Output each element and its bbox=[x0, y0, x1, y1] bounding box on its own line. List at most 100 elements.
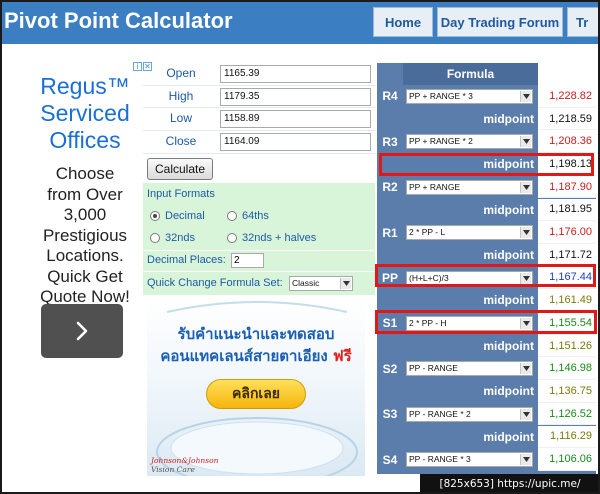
formula-set-value: Classic bbox=[292, 278, 320, 288]
formula-select[interactable]: PP - RANGE * 2 bbox=[406, 406, 533, 422]
formula-row: R4 PP + RANGE * 3 1,228.82 bbox=[377, 85, 596, 108]
row-level-label: S4 bbox=[382, 452, 398, 467]
value-header bbox=[538, 63, 596, 85]
formula-value: PP - RANGE * 3 bbox=[409, 454, 471, 465]
midpoint-label: midpoint bbox=[483, 247, 534, 262]
formula-cell: PP - RANGE * 3 bbox=[403, 448, 538, 471]
nav-home[interactable]: Home bbox=[373, 7, 433, 37]
pivot-value: 1,218.59 bbox=[538, 107, 596, 131]
nav-day-trading-forum[interactable]: Day Trading Forum bbox=[437, 7, 563, 37]
open-label: Open bbox=[166, 66, 196, 80]
chevron-down-icon bbox=[520, 408, 531, 420]
row-level-label bbox=[377, 335, 403, 358]
formula-value: PP + RANGE * 3 bbox=[409, 91, 473, 101]
pivot-value: 1,151.26 bbox=[538, 334, 596, 358]
open-field[interactable]: 1165.39 bbox=[220, 65, 371, 83]
chevron-down-icon bbox=[340, 278, 351, 289]
low-field[interactable]: 1158.89 bbox=[220, 110, 371, 129]
formula-cell: 2 * PP - L bbox=[403, 221, 538, 244]
midpoint-label: midpoint bbox=[483, 338, 534, 353]
site-header: Pivot Point Calculator Home Day Trading … bbox=[0, 0, 600, 44]
format-64ths-radio[interactable]: 64ths bbox=[227, 210, 269, 222]
midpoint-cell: midpoint bbox=[403, 426, 538, 449]
ad-body-line: Prestigious bbox=[42, 225, 128, 245]
format-32nds-label: 32nds bbox=[165, 232, 195, 244]
formula-select[interactable]: PP + RANGE * 2 bbox=[406, 134, 533, 150]
info-icon[interactable]: i bbox=[133, 62, 142, 71]
pivot-value: 1,187.90 bbox=[538, 175, 596, 199]
banner-headline-1: รับคำแนะนำและทดสอบ bbox=[177, 325, 335, 343]
formula-row: midpoint 1,116.29 bbox=[377, 425, 596, 449]
ad-headline-line: Serviced bbox=[40, 100, 130, 126]
contact-lens-banner-ad[interactable]: รับคำแนะนำและทดสอบ คอนแทคเลนส์สายตาเอียง… bbox=[147, 298, 365, 476]
formula-row: S3 PP - RANGE * 2 1,126.52 bbox=[377, 402, 596, 426]
format-32nds-radio[interactable]: 32nds bbox=[150, 232, 195, 244]
pivot-value: 1,126.52 bbox=[538, 402, 596, 426]
radio-unselected-icon bbox=[150, 233, 160, 243]
formula-select[interactable]: 2 * PP - L bbox=[406, 225, 533, 241]
formula-cell: PP + RANGE * 3 bbox=[403, 85, 538, 108]
midpoint-label: midpoint bbox=[483, 384, 534, 399]
format-decimal-radio[interactable]: Decimal bbox=[150, 210, 205, 222]
formula-row: midpoint 1,151.26 bbox=[377, 334, 596, 358]
ad-body-line: from Over bbox=[47, 184, 123, 204]
ad-headline-line: Offices bbox=[49, 127, 121, 153]
format-32nds-halves-label: 32nds + halves bbox=[242, 232, 317, 244]
formula-value: PP - RANGE bbox=[409, 363, 458, 374]
formula-cell: PP + RANGE bbox=[403, 176, 538, 199]
formula-select[interactable]: PP - RANGE bbox=[406, 361, 533, 377]
formula-cell: PP + RANGE * 2 bbox=[403, 130, 538, 153]
ad-headline[interactable]: Regus™ Serviced Offices bbox=[30, 73, 140, 154]
decimal-places-row: Decimal Places: 2 bbox=[143, 251, 375, 271]
page: Pivot Point Calculator Home Day Trading … bbox=[0, 0, 600, 494]
chevron-down-icon bbox=[520, 91, 531, 102]
chevron-down-icon bbox=[520, 227, 531, 239]
formula-row: midpoint 1,136.75 bbox=[377, 380, 596, 403]
pivot-value: 1,181.95 bbox=[538, 198, 596, 222]
quick-change-row: Quick Change Formula Set: Classic bbox=[143, 272, 375, 295]
row-level-label bbox=[377, 380, 403, 403]
pivot-value: 1,228.82 bbox=[538, 85, 596, 108]
pivot-value: 1,116.29 bbox=[538, 425, 596, 449]
banner-click-button[interactable]: คลิกเลย bbox=[206, 379, 306, 409]
midpoint-label: midpoint bbox=[483, 293, 534, 308]
quick-change-label: Quick Change Formula Set: bbox=[147, 277, 283, 289]
midpoint-cell: midpoint bbox=[403, 199, 538, 222]
pp-highlight-box bbox=[375, 264, 596, 287]
formula-select[interactable]: PP + RANGE * 3 bbox=[406, 89, 533, 104]
site-title: Pivot Point Calculator bbox=[4, 8, 233, 33]
formula-value: 2 * PP - L bbox=[409, 227, 446, 238]
banner-headline-2-text: คอนแทคเลนส์สายตาเอียง bbox=[160, 347, 328, 365]
brand-sub: Vision Care bbox=[151, 465, 195, 474]
s1-highlight-box bbox=[375, 310, 597, 334]
row-level-label: R4 bbox=[382, 89, 398, 104]
pivot-value: 1,136.75 bbox=[538, 380, 596, 403]
calculate-button[interactable]: Calculate bbox=[147, 158, 213, 180]
formula-value: PP + RANGE * 2 bbox=[409, 136, 473, 147]
nav-tab-truncated[interactable]: Tr bbox=[567, 7, 600, 37]
row-level-label: R1 bbox=[382, 225, 398, 240]
close-field[interactable]: 1164.09 bbox=[220, 133, 371, 152]
radio-unselected-icon bbox=[227, 211, 237, 221]
radio-selected-icon bbox=[150, 211, 160, 221]
input-row-high: High 1179.35 bbox=[143, 86, 375, 109]
decimal-places-field[interactable]: 2 bbox=[231, 253, 264, 268]
format-64ths-label: 64ths bbox=[242, 210, 269, 222]
midpoint-cell: midpoint bbox=[403, 108, 538, 131]
ad-body-line: Quick Get bbox=[47, 266, 123, 286]
format-decimal-label: Decimal bbox=[165, 210, 205, 222]
ad-arrow-button[interactable] bbox=[41, 304, 123, 358]
format-32nds-halves-radio[interactable]: 32nds + halves bbox=[227, 232, 316, 244]
midpoint-label: midpoint bbox=[483, 111, 534, 126]
high-label: High bbox=[168, 88, 194, 103]
high-field[interactable]: 1179.35 bbox=[220, 87, 371, 106]
image-host-caption: [825x653] https://upic.me/ bbox=[420, 474, 600, 494]
formula-row: S2 PP - RANGE 1,146.98 bbox=[377, 357, 596, 381]
formula-select[interactable]: PP - RANGE * 3 bbox=[406, 452, 533, 468]
pivot-value: 1,146.98 bbox=[538, 357, 596, 381]
brand-logo: Johnson&Johnson Vision Care bbox=[151, 456, 218, 474]
input-formats-panel: Input Formats Decimal 64ths 32nds 32nds … bbox=[143, 183, 375, 250]
formula-select[interactable]: PP + RANGE bbox=[406, 179, 533, 195]
low-label: Low bbox=[169, 111, 192, 126]
formula-set-select[interactable]: Classic bbox=[289, 276, 353, 291]
